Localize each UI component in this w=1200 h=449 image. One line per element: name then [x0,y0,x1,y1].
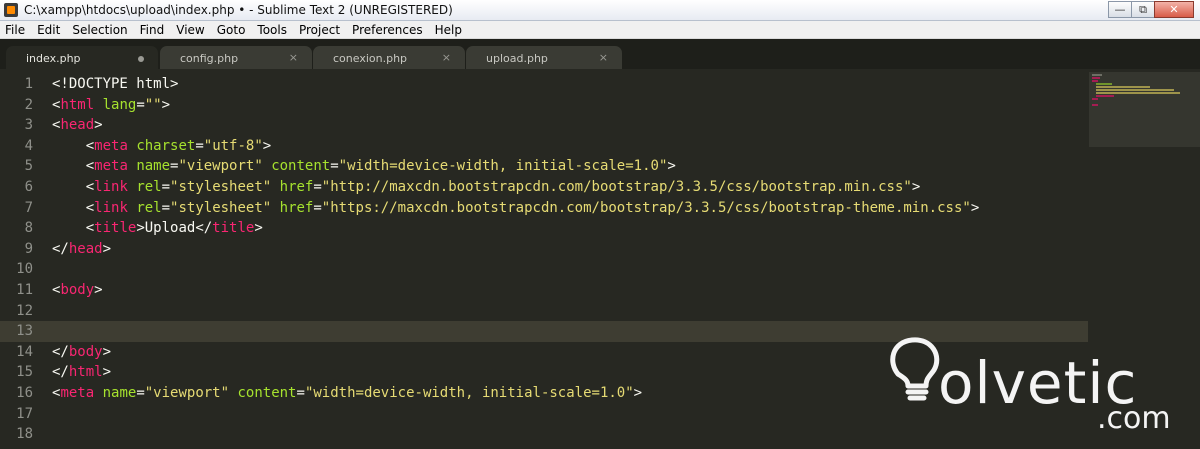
code-text: <head> [52,117,103,134]
window-title-bar[interactable]: C:\xampp\htdocs\upload\index.php • - Sub… [0,0,1200,21]
code-text: <link rel="stylesheet" href="http://maxc… [85,179,921,195]
minimap-line [1096,89,1174,91]
minimap-line [1092,77,1100,79]
window-controls: — ⧉ ✕ [1108,1,1194,19]
close-icon[interactable]: ✕ [1154,1,1194,18]
code-text: <body> [52,282,103,298]
tab-config-php[interactable]: config.php × [160,46,312,72]
code-line[interactable]: 5 <meta name="viewport" content="width=d… [0,156,1088,177]
tab-bar: index.php config.php × conexion.php × up… [0,39,1200,72]
code-line[interactable]: 4 <meta charset="utf-8"> [0,136,1088,157]
line-number: 8 [24,220,33,237]
minimap-line [1092,80,1098,82]
line-number: 13 [16,323,33,340]
code-text: </body> [52,343,112,360]
menu-project[interactable]: Project [293,23,346,37]
window-title: C:\xampp\htdocs\upload\index.php • - Sub… [24,3,453,17]
tab-label: conexion.php [333,52,408,65]
line-number: 4 [24,137,33,154]
menu-find[interactable]: Find [134,23,171,37]
menu-goto[interactable]: Goto [211,23,252,37]
tab-conexion-php[interactable]: conexion.php × [313,46,465,72]
code-text: <!DOCTYPE html> [52,76,179,92]
code-line[interactable]: 2 <html lang=""> [0,95,1088,116]
line-number: 15 [16,364,33,381]
code-text: <meta name="viewport" content="width=dev… [52,385,643,401]
code-text: </head> [52,240,112,257]
menu-preferences[interactable]: Preferences [346,23,429,37]
code-line[interactable]: 7 <link rel="stylesheet" href="https://m… [0,198,1088,219]
line-number: 12 [16,302,33,319]
unsaved-dot-icon[interactable] [138,56,144,62]
minimap-line [1096,83,1112,85]
code-text: <link rel="stylesheet" href="https://max… [85,199,980,216]
code-text: <title>Upload</title> [85,220,263,237]
code-line[interactable]: 6 <link rel="stylesheet" href="http://ma… [0,177,1088,198]
close-tab-icon[interactable]: × [442,51,451,64]
line-number: 10 [16,261,33,278]
code-text: <html lang=""> [52,96,171,113]
line-number: 3 [24,117,33,134]
line-number: 9 [24,240,33,257]
tab-label: upload.php [486,52,548,65]
close-tab-icon[interactable]: × [599,51,608,64]
code-line[interactable]: 11 <body> [0,280,1088,301]
line-number: 11 [16,282,33,298]
code-line[interactable]: 9 </head> [0,239,1088,260]
code-text: </html> [52,364,112,381]
menu-view[interactable]: View [170,23,210,37]
sublime-app-icon [4,3,18,17]
code-line[interactable]: 3 <head> [0,115,1088,136]
line-number: 17 [16,405,33,422]
line-number: 16 [16,385,33,401]
line-number: 6 [24,179,33,195]
menu-file[interactable]: File [0,23,31,37]
code-line[interactable]: 8 <title>Upload</title> [0,218,1088,239]
minimize-icon[interactable]: — [1108,1,1132,18]
menu-edit[interactable]: Edit [31,23,66,37]
code-line[interactable]: 12 [0,301,1088,322]
code-text: <meta charset="utf-8"> [85,137,272,154]
code-text: <meta name="viewport" content="width=dev… [85,158,676,175]
menu-bar: File Edit Selection Find View Goto Tools… [0,21,1200,39]
line-number: 14 [16,343,33,360]
tab-index-php[interactable]: index.php [6,46,158,72]
code-line[interactable]: 10 [0,259,1088,280]
menu-tools[interactable]: Tools [251,23,293,37]
menu-selection[interactable]: Selection [66,23,133,37]
solvetic-watermark-logo: olvetic .com [880,320,1180,440]
menu-help[interactable]: Help [429,23,468,37]
tab-upload-php[interactable]: upload.php × [466,46,622,72]
line-number: 7 [24,199,33,216]
watermark-suffix: .com [1097,401,1171,436]
line-number: 18 [16,426,33,443]
line-number: 2 [24,96,33,113]
tab-label: config.php [180,52,239,65]
close-tab-icon[interactable]: × [289,51,298,64]
line-number: 1 [24,76,33,92]
minimap-line [1096,95,1114,97]
minimap-line [1092,74,1102,76]
tab-label: index.php [26,52,81,65]
minimap-line [1096,92,1180,94]
minimap-line [1092,98,1098,100]
minimap-line [1096,86,1150,88]
minimap-line [1092,104,1098,106]
line-number: 5 [24,158,33,175]
code-line[interactable]: 1 <!DOCTYPE html> [0,74,1088,95]
restore-icon[interactable]: ⧉ [1131,1,1155,18]
